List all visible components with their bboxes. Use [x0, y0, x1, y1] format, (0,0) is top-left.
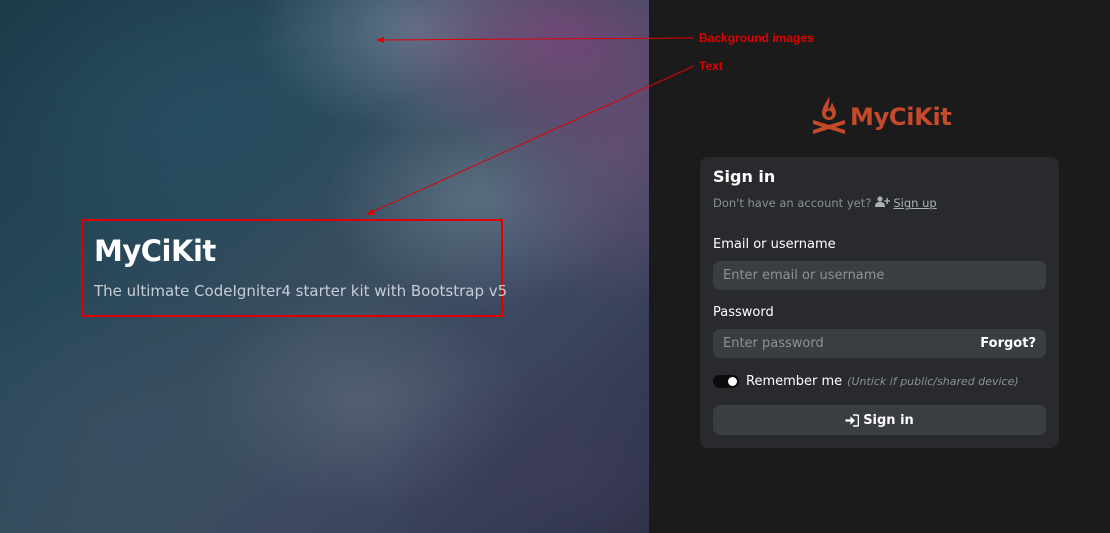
hero-title: MyCiKit: [94, 234, 216, 268]
email-field[interactable]: [713, 261, 1046, 290]
sign-in-icon: [845, 413, 860, 427]
email-label: Email or username: [713, 237, 836, 252]
no-account-text: Don't have an account yet?: [713, 196, 872, 210]
remember-me-toggle[interactable]: [713, 375, 739, 388]
remember-me-note: (Untick if public/shared device): [847, 375, 1019, 388]
remember-me-label: Remember me: [746, 374, 843, 389]
signin-card: Sign in Don't have an account yet? Sign …: [700, 157, 1059, 448]
remember-me-row: Remember me (Untick if public/shared dev…: [713, 374, 1019, 389]
signup-prompt: Don't have an account yet? Sign up: [713, 196, 937, 210]
annotation-text: Text: [699, 59, 723, 73]
toggle-knob: [728, 377, 737, 386]
brand-name: MyCiKit: [850, 103, 952, 131]
signup-link[interactable]: Sign up: [893, 196, 936, 210]
signin-button-label: Sign in: [863, 412, 914, 428]
annotation-background-images: Background images: [699, 31, 814, 45]
campfire-icon: [810, 94, 848, 140]
signin-title: Sign in: [713, 167, 776, 186]
password-label: Password: [713, 305, 774, 320]
user-plus-icon: [875, 196, 891, 210]
hero-subtitle: The ultimate CodeIgniter4 starter kit wi…: [94, 282, 508, 300]
signin-button[interactable]: Sign in: [713, 405, 1046, 435]
brand-logo[interactable]: MyCiKit: [810, 94, 952, 140]
forgot-password-link[interactable]: Forgot?: [980, 336, 1036, 351]
